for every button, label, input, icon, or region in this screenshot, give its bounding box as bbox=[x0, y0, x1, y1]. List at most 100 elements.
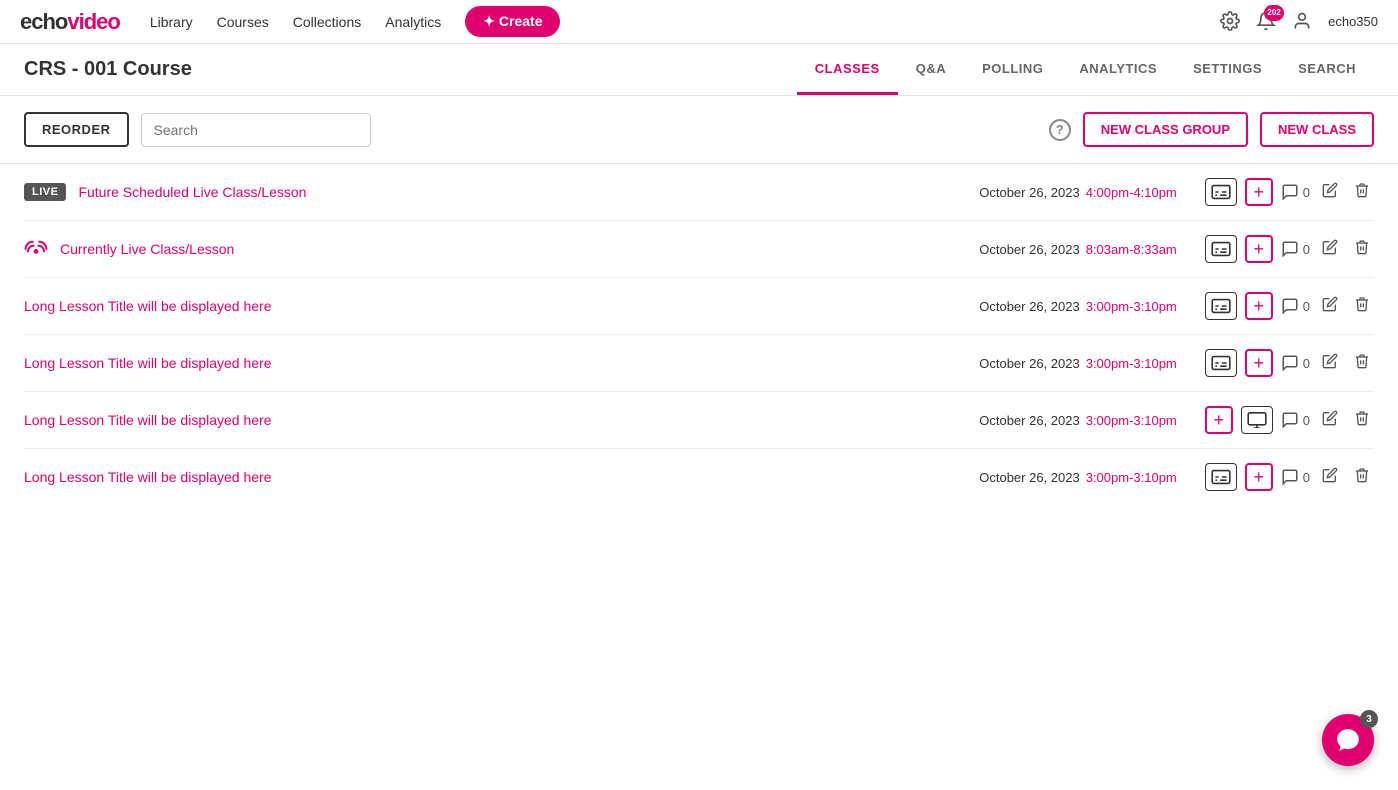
class-meta: October 26, 2023 3:00pm-3:10pm bbox=[979, 470, 1177, 485]
caption-icon[interactable] bbox=[1205, 178, 1237, 206]
class-row: Long Lesson Title will be displayed here… bbox=[24, 335, 1374, 392]
class-date: October 26, 2023 bbox=[979, 299, 1079, 314]
tab-settings[interactable]: SETTINGS bbox=[1175, 44, 1280, 95]
classes-toolbar: REORDER ? NEW CLASS GROUP NEW CLASS bbox=[0, 96, 1398, 164]
class-time: 3:00pm-3:10pm bbox=[1086, 299, 1177, 314]
comment-number: 0 bbox=[1303, 242, 1310, 257]
caption-icon[interactable] bbox=[1205, 292, 1237, 320]
comment-number: 0 bbox=[1303, 356, 1310, 371]
classes-list: LIVE Future Scheduled Live Class/Lesson … bbox=[0, 164, 1398, 505]
class-time: 8:03am-8:33am bbox=[1086, 242, 1177, 257]
class-title[interactable]: Long Lesson Title will be displayed here bbox=[24, 469, 272, 485]
add-button[interactable]: + bbox=[1245, 178, 1273, 206]
notifications-icon[interactable]: 202 bbox=[1256, 11, 1278, 33]
comment-number: 0 bbox=[1303, 299, 1310, 314]
class-time: 3:00pm-3:10pm bbox=[1086, 356, 1177, 371]
tab-analytics[interactable]: ANALYTICS bbox=[1061, 44, 1175, 95]
comment-number: 0 bbox=[1303, 413, 1310, 428]
class-date: October 26, 2023 bbox=[979, 413, 1079, 428]
delete-button[interactable] bbox=[1350, 180, 1374, 205]
search-input[interactable] bbox=[141, 113, 371, 147]
caption-icon[interactable] bbox=[1205, 463, 1237, 491]
caption-icon[interactable] bbox=[1205, 349, 1237, 377]
user-icon[interactable] bbox=[1292, 11, 1314, 33]
class-actions: + 0 bbox=[1205, 292, 1374, 320]
class-meta: October 26, 2023 3:00pm-3:10pm bbox=[979, 356, 1177, 371]
nav-library[interactable]: Library bbox=[150, 14, 193, 30]
logo[interactable]: echovideo bbox=[20, 9, 120, 35]
delete-button[interactable] bbox=[1350, 408, 1374, 433]
create-button[interactable]: ✦ Create bbox=[465, 6, 560, 37]
add-button[interactable]: + bbox=[1245, 463, 1273, 491]
new-class-group-button[interactable]: NEW CLASS GROUP bbox=[1083, 112, 1248, 147]
tab-polling[interactable]: POLLING bbox=[964, 44, 1061, 95]
class-title[interactable]: Future Scheduled Live Class/Lesson bbox=[78, 184, 306, 200]
nav-collections[interactable]: Collections bbox=[293, 14, 361, 30]
comments-count[interactable]: 0 bbox=[1281, 183, 1310, 201]
class-meta: October 26, 2023 4:00pm-4:10pm bbox=[979, 185, 1177, 200]
edit-button[interactable] bbox=[1318, 294, 1342, 319]
class-title[interactable]: Long Lesson Title will be displayed here bbox=[24, 412, 272, 428]
add-button[interactable]: + bbox=[1245, 235, 1273, 263]
class-title[interactable]: Long Lesson Title will be displayed here bbox=[24, 298, 272, 314]
tab-classes[interactable]: CLASSES bbox=[797, 44, 898, 95]
edit-button[interactable] bbox=[1318, 180, 1342, 205]
class-row: LIVE Future Scheduled Live Class/Lesson … bbox=[24, 164, 1374, 221]
class-row: Long Lesson Title will be displayed here… bbox=[24, 449, 1374, 505]
class-meta: October 26, 2023 3:00pm-3:10pm bbox=[979, 413, 1177, 428]
course-title: CRS - 001 Course bbox=[24, 58, 192, 81]
reorder-button[interactable]: REORDER bbox=[24, 112, 129, 147]
class-date: October 26, 2023 bbox=[979, 356, 1079, 371]
tab-search[interactable]: SEARCH bbox=[1280, 44, 1374, 95]
nav-courses[interactable]: Courses bbox=[217, 14, 269, 30]
live-badge: LIVE bbox=[24, 183, 66, 201]
course-header: CRS - 001 Course CLASSES Q&A POLLING ANA… bbox=[0, 44, 1398, 96]
class-date: October 26, 2023 bbox=[979, 242, 1079, 257]
class-meta: October 26, 2023 3:00pm-3:10pm bbox=[979, 299, 1177, 314]
tab-qa[interactable]: Q&A bbox=[898, 44, 964, 95]
class-meta: October 26, 2023 8:03am-8:33am bbox=[979, 242, 1177, 257]
add-button[interactable]: + bbox=[1205, 406, 1233, 434]
delete-button[interactable] bbox=[1350, 294, 1374, 319]
edit-button[interactable] bbox=[1318, 465, 1342, 490]
class-title[interactable]: Currently Live Class/Lesson bbox=[60, 241, 234, 257]
comments-count[interactable]: 0 bbox=[1281, 468, 1310, 486]
delete-button[interactable] bbox=[1350, 237, 1374, 262]
monitor-icon[interactable] bbox=[1241, 406, 1273, 434]
delete-button[interactable] bbox=[1350, 351, 1374, 376]
edit-button[interactable] bbox=[1318, 351, 1342, 376]
comments-count[interactable]: 0 bbox=[1281, 297, 1310, 315]
top-navigation: echovideo Library Courses Collections An… bbox=[0, 0, 1398, 44]
settings-icon[interactable] bbox=[1220, 11, 1242, 33]
caption-icon[interactable] bbox=[1205, 235, 1237, 263]
help-icon[interactable]: ? bbox=[1049, 119, 1071, 141]
class-date: October 26, 2023 bbox=[979, 470, 1079, 485]
live-waves-icon bbox=[24, 240, 48, 258]
course-tabs: CLASSES Q&A POLLING ANALYTICS SETTINGS S… bbox=[797, 44, 1374, 95]
edit-button[interactable] bbox=[1318, 408, 1342, 433]
edit-button[interactable] bbox=[1318, 237, 1342, 262]
class-row: Long Lesson Title will be displayed here… bbox=[24, 392, 1374, 449]
nav-analytics[interactable]: Analytics bbox=[385, 14, 441, 30]
class-time: 4:00pm-4:10pm bbox=[1086, 185, 1177, 200]
add-button[interactable]: + bbox=[1245, 292, 1273, 320]
chat-fab[interactable]: 3 bbox=[1322, 714, 1374, 766]
delete-button[interactable] bbox=[1350, 465, 1374, 490]
add-button[interactable]: + bbox=[1245, 349, 1273, 377]
class-row: Long Lesson Title will be displayed here… bbox=[24, 278, 1374, 335]
chat-badge: 3 bbox=[1360, 710, 1378, 728]
comments-count[interactable]: 0 bbox=[1281, 411, 1310, 429]
nav-links: Library Courses Collections Analytics ✦ … bbox=[150, 6, 1220, 37]
comments-count[interactable]: 0 bbox=[1281, 240, 1310, 258]
class-actions: + 0 bbox=[1205, 349, 1374, 377]
comment-number: 0 bbox=[1303, 185, 1310, 200]
comments-count[interactable]: 0 bbox=[1281, 354, 1310, 372]
new-class-button[interactable]: NEW CLASS bbox=[1260, 112, 1374, 147]
class-actions: + 0 bbox=[1205, 178, 1374, 206]
user-name[interactable]: echo350 bbox=[1328, 14, 1378, 29]
notification-badge: 202 bbox=[1264, 5, 1284, 21]
class-title[interactable]: Long Lesson Title will be displayed here bbox=[24, 355, 272, 371]
class-actions: + 0 bbox=[1205, 463, 1374, 491]
class-date: October 26, 2023 bbox=[979, 185, 1079, 200]
nav-right: 202 echo350 bbox=[1220, 11, 1378, 33]
